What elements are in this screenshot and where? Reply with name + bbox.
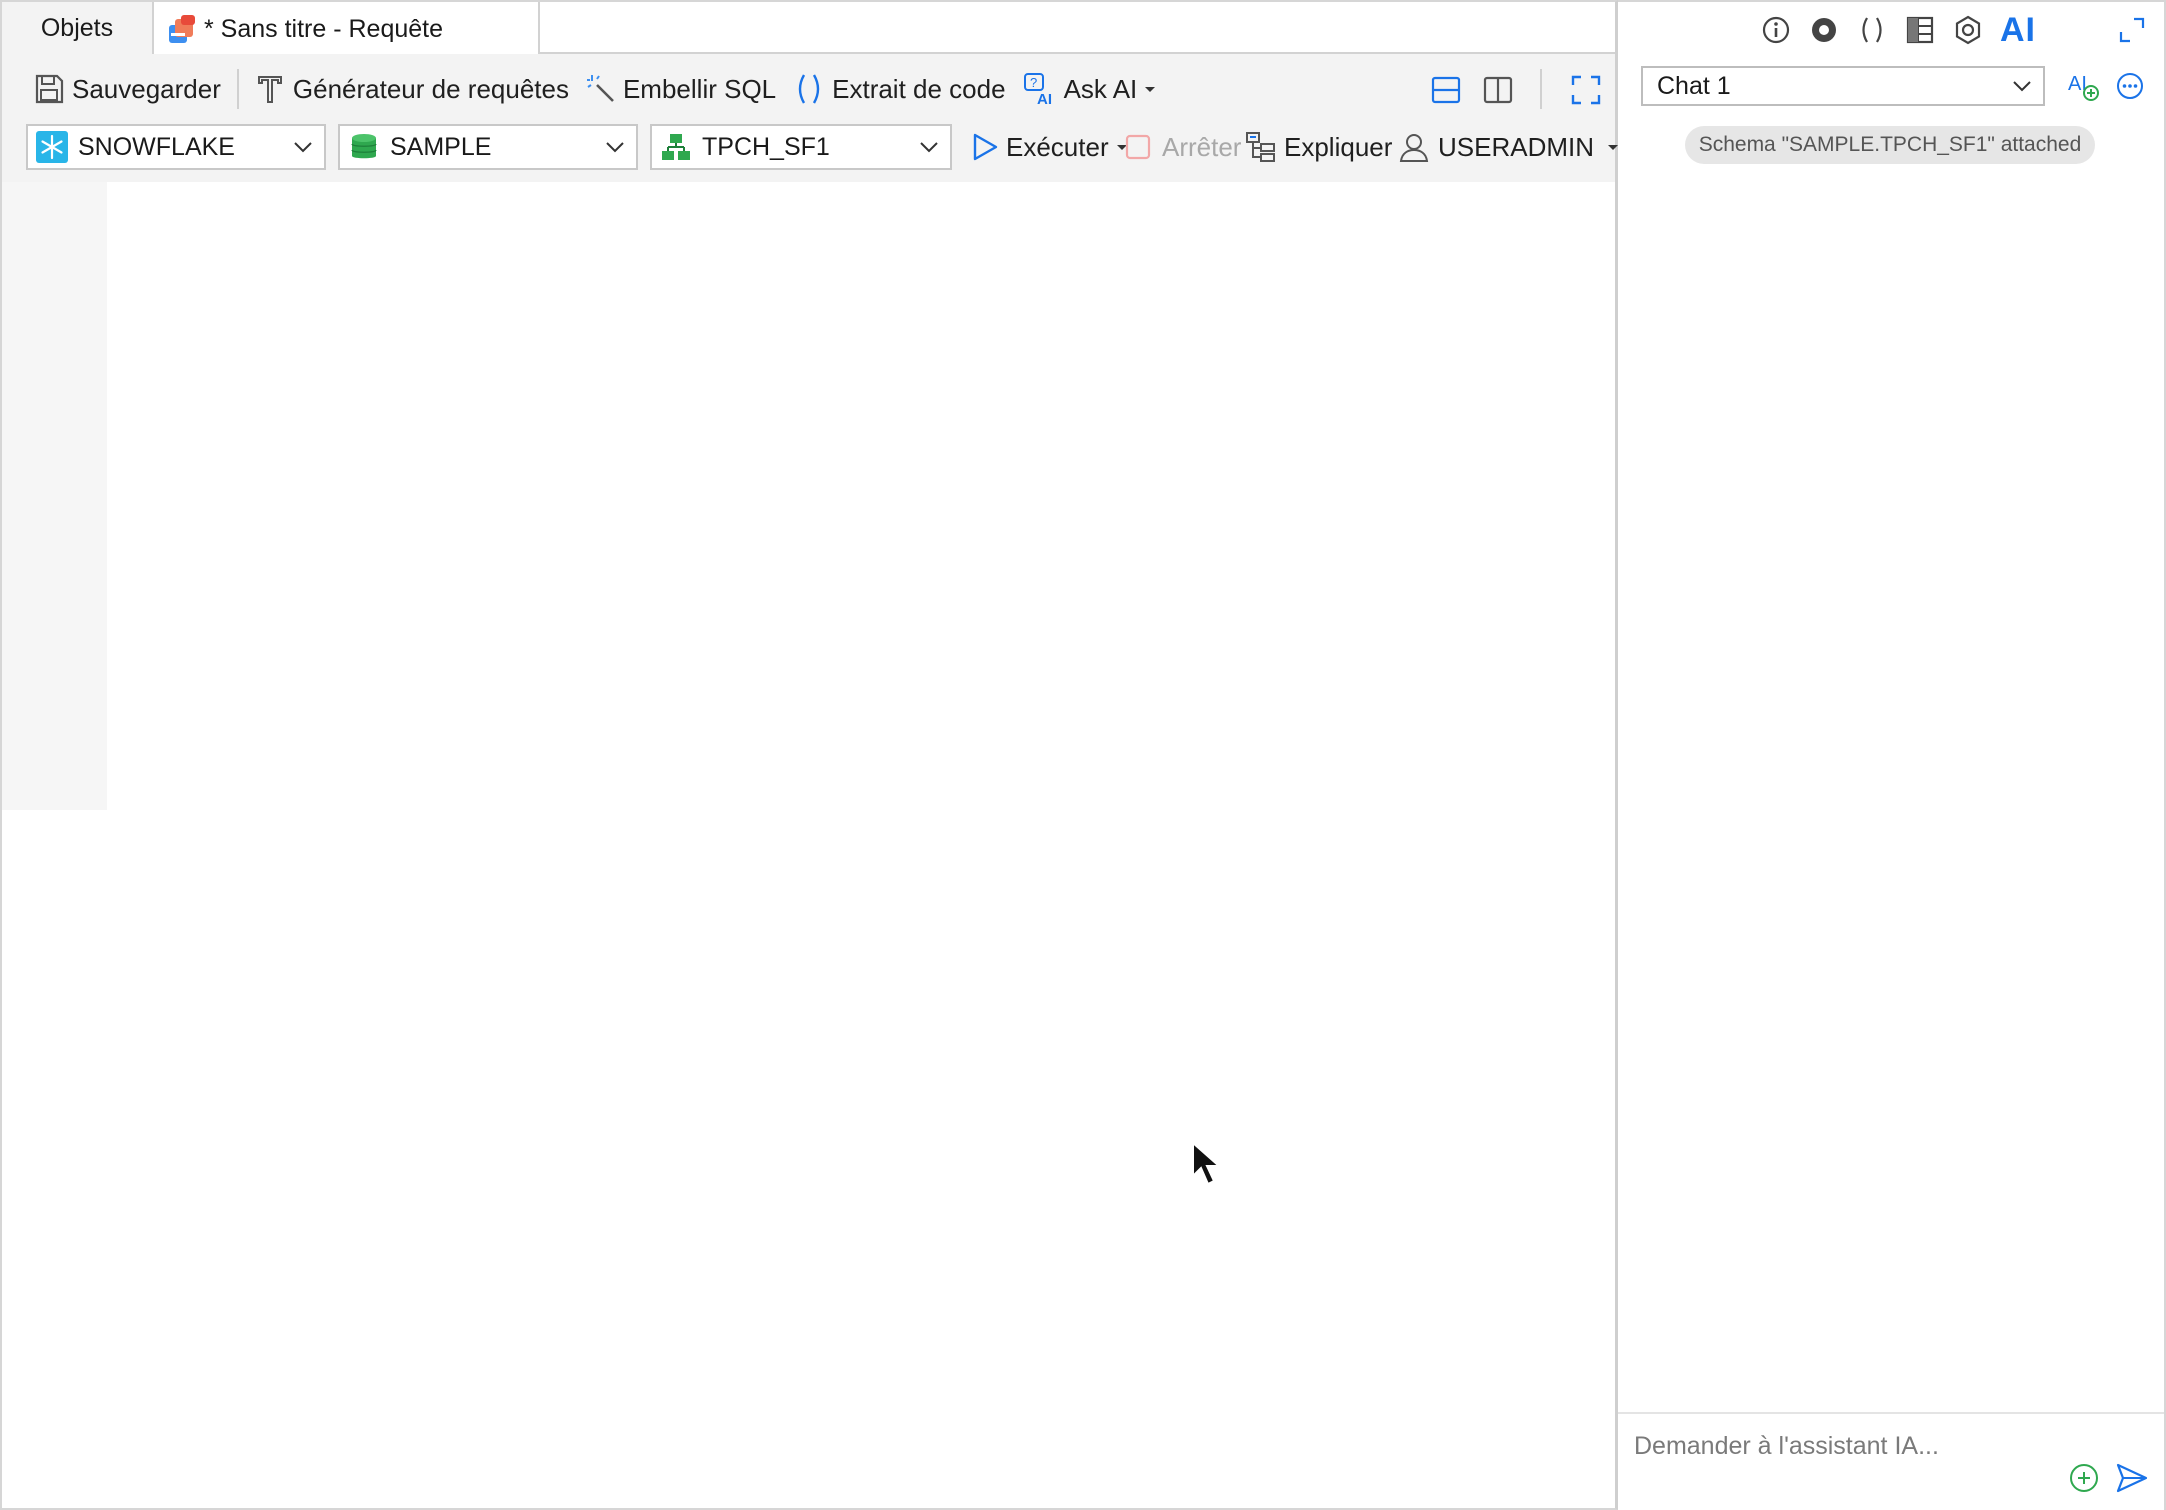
explain-button[interactable]: Expliquer [1244,125,1392,169]
role-select[interactable]: USERADMIN [1398,125,1620,169]
schema-select[interactable]: TPCH_SF1 [650,124,952,170]
more-options-button[interactable] [2110,66,2150,106]
query-tab-icon [166,13,198,45]
fullscreen-button[interactable] [1570,68,1602,112]
navicat-window: Objets * Sans titre - Requête Sauvegarde… [0,0,2166,1510]
ai-assistant-pane: AI Chat 1 AI Schema "SAMPLE.TPCH_SF1" at… [1618,0,2166,1510]
snippets-button[interactable] [1852,10,1892,50]
expand-panel-button[interactable] [2112,10,2152,50]
ai-tab-label: AI [2000,10,2036,49]
split-horizontal-button[interactable] [1430,68,1462,112]
run-button[interactable]: Exécuter [970,125,1129,169]
magic-wand-icon [586,75,614,102]
ask-ai-button[interactable]: ? AI Ask AI [1022,67,1158,111]
mouse-cursor [1192,1140,1222,1186]
caret-down-icon [1145,87,1156,92]
database-icon [351,134,377,159]
toolbar-divider [236,69,239,109]
schema-icon [662,134,690,160]
new-ai-chat-icon: AI [2068,73,2099,101]
parentheses-icon [798,74,820,104]
role-label: USERADMIN [1438,131,1595,162]
tab-objects[interactable]: Objets [2,2,154,54]
snowflake-icon [36,131,68,163]
explain-icon [1246,132,1275,162]
chevron-down-icon [2013,81,2031,92]
beautify-sql-button[interactable]: Embellir SQL [585,67,776,111]
split-vertical-icon [1483,76,1513,104]
side-panel-tabs: AI [1618,10,2164,54]
connection-toolbar: SNOWFLAKE SAMPLE TPCH_SF1 Exécuter Arrêt… [2,124,1619,182]
chevron-down-icon [920,142,938,153]
more-options-icon [2117,73,2143,99]
query-builder-button[interactable]: Générateur de requêtes [255,67,569,111]
tab-query[interactable]: * Sans titre - Requête [154,2,540,56]
query-editor-pane: Objets * Sans titre - Requête Sauvegarde… [0,0,1619,1510]
sql-editor[interactable] [2,182,1615,810]
connection-select[interactable]: SNOWFLAKE [26,124,326,170]
eye-icon [1812,18,1836,42]
schema-value: TPCH_SF1 [702,132,830,161]
tab-bar: Objets * Sans titre - Requête [2,2,1615,56]
table-button[interactable] [1900,10,1940,50]
save-button[interactable]: Sauvegarder [32,67,221,111]
hexagon-button[interactable] [1948,10,1988,50]
info-icon [1762,16,1790,44]
explain-label: Expliquer [1284,131,1393,162]
database-value: SAMPLE [390,132,492,161]
attach-button[interactable] [2064,1458,2104,1498]
chat-select[interactable]: Chat 1 [1641,66,2045,106]
svg-text:AI: AI [1037,91,1052,107]
run-label: Exécuter [1006,131,1109,162]
stop-icon [1125,134,1151,160]
preview-button[interactable] [1804,10,1844,50]
query-builder-icon [257,76,282,103]
connection-value: SNOWFLAKE [78,132,235,161]
code-snippet-label: Extrait de code [832,73,1006,104]
stop-button[interactable]: Arrêter [1124,125,1241,169]
beautify-sql-label: Embellir SQL [622,73,777,104]
expand-icon [2119,17,2145,43]
save-icon [35,74,64,104]
schema-attached-notice: Schema "SAMPLE.TPCH_SF1" attached [1685,126,2095,164]
plus-circle-icon [2070,1464,2098,1492]
info-button[interactable] [1756,10,1796,50]
ask-ai-icon: ? AI [1023,73,1052,107]
split-vertical-button[interactable] [1482,68,1514,112]
code-snippet-button[interactable]: Extrait de code [794,67,1006,111]
stop-label: Arrêter [1162,131,1242,162]
chat-composer [1618,1412,2164,1510]
chat-select-value: Chat 1 [1657,71,1731,100]
new-chat-button[interactable]: AI [2064,66,2104,106]
user-icon [1399,134,1429,162]
schema-attached-text: Schema "SAMPLE.TPCH_SF1" attached [1698,133,2082,156]
ask-ai-label: Ask AI [1063,73,1138,104]
toolbar-divider [1540,69,1542,109]
fullscreen-icon [1571,75,1601,105]
table-icon [1906,16,1934,44]
tab-objects-label: Objets [40,13,114,42]
chevron-down-icon [294,142,312,153]
play-icon [973,133,998,161]
query-builder-label: Générateur de requêtes [292,73,569,104]
send-icon [2116,1463,2148,1493]
ai-prompt-input[interactable] [1634,1426,2114,1466]
parentheses-icon [1862,17,1882,43]
query-toolbar: Sauvegarder Générateur de requêtes Embel… [2,54,1615,124]
chevron-down-icon [606,142,624,153]
database-select[interactable]: SAMPLE [338,124,638,170]
split-horizontal-icon [1431,76,1461,104]
svg-text:?: ? [1030,75,1037,90]
ai-tab[interactable]: AI [1998,10,2038,50]
send-button[interactable] [2112,1458,2152,1498]
hexagon-icon [1955,15,1981,45]
line-number-gutter [2,182,107,810]
save-label: Sauvegarder [72,73,221,104]
tab-query-label: * Sans titre - Requête [204,14,444,43]
